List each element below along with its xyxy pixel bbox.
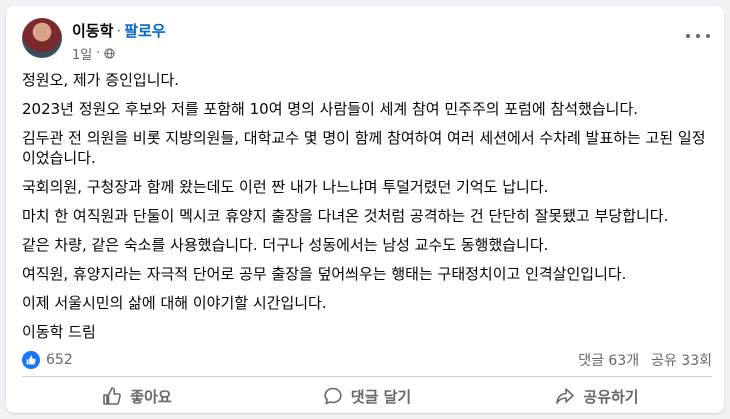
share-label: 공유하기 [583,387,639,406]
more-options-icon[interactable] [686,28,710,44]
like-label: 좋아요 [130,387,172,406]
share-button[interactable]: 공유하기 [482,380,712,412]
share-count[interactable]: 공유 33회 [651,350,712,370]
globe-icon [104,48,116,59]
action-bar: 좋아요 댓글 달기 공유하기 [22,380,712,412]
comment-label: 댓글 달기 [350,387,412,406]
comment-count[interactable]: 댓글 63개 [578,350,639,370]
post-time[interactable]: 1일 [72,44,92,63]
post-paragraph: 같은 차량, 같은 숙소를 사용했습니다. 더구나 성동에서는 남성 교수도 동… [22,236,549,254]
avatar[interactable] [22,18,62,58]
post-paragraph: 정원오, 제가 증인입니다. [22,71,180,89]
post-paragraph: 2023년 정원오 후보와 저를 포함해 10여 명의 사람들이 세계 참여 민… [22,100,639,118]
post-body: 정원오, 제가 증인입니다. 2023년 정원오 후보와 저를 포함해 10여 … [22,70,712,351]
share-icon [556,388,575,404]
post-paragraph: 마치 한 여직원과 단둘이 멕시코 휴양지 출장을 다녀온 것처럼 공격하는 건… [22,207,669,225]
post-paragraph: 국회의원, 구청장과 함께 왔는데도 이런 짠 내가 나느냐며 투덜거렸던 기억… [22,178,549,196]
comment-button[interactable]: 댓글 달기 [252,380,482,412]
post-header: 이동학 · 팔로우 [72,20,166,41]
divider [22,376,712,377]
meta-separator: · [96,46,101,61]
reaction-count[interactable]: 652 [46,352,73,368]
header-separator: · [116,22,122,40]
post-paragraph: 이제 서울시민의 삶에 대해 이야기할 시간입니다. [22,294,327,312]
thumbs-up-icon [103,387,122,405]
post-stats: 652 댓글 63개 공유 33회 [22,350,712,370]
post-paragraph: 여직원, 휴양지라는 자극적 단어로 공무 출장을 덮어씌우는 행태는 구태정치… [22,265,627,283]
post-card: 이동학 · 팔로우 1일 · 정원오, 제가 증인입니다. 2023년 정원오 후보… [6,6,724,413]
post-meta: 1일 · [72,44,116,63]
comment-icon [324,387,342,405]
post-paragraph: 김두관 전 의원을 비롯 지방의원들, 대학교수 몇 명이 함께 참여하여 여러… [22,129,706,167]
follow-button[interactable]: 팔로우 [124,22,165,40]
like-button[interactable]: 좋아요 [22,380,252,412]
author-name[interactable]: 이동학 [72,22,113,40]
like-badge-icon[interactable] [22,351,40,369]
post-signature: 이동학 드림 [22,323,96,341]
